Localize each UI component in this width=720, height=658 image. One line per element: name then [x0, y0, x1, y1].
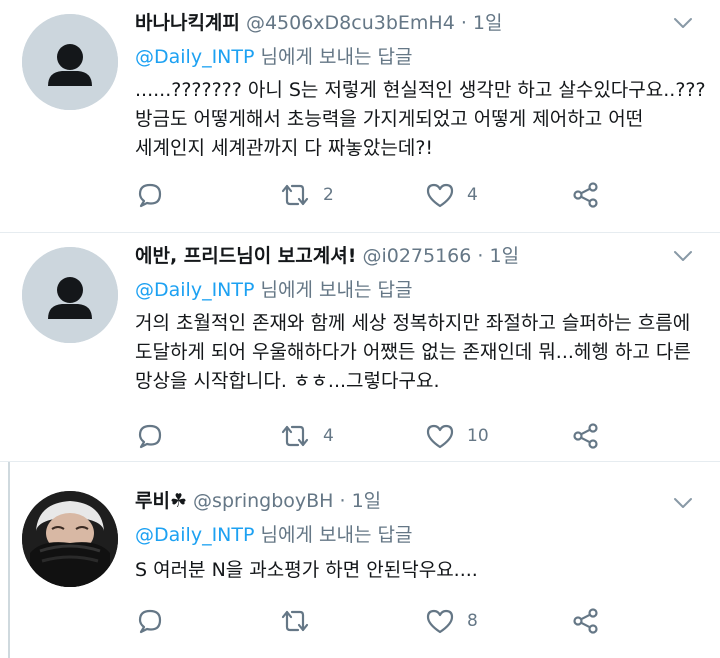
tweet-header: 루비☘ @springboyBH · 1일 — [135, 486, 650, 516]
tweet-text-line: ......??????? 아니 S는 저렇게 현실적인 생각만 하고 살수있다… — [135, 79, 706, 101]
retweet-button[interactable]: 4 — [279, 420, 334, 452]
like-count: 4 — [467, 185, 478, 205]
replying-to: @Daily_INTP 님에게 보내는 답글 — [135, 44, 412, 70]
tweet-actions: 8 — [135, 605, 630, 637]
reply-icon — [138, 183, 162, 208]
tweet-actions: 2 4 — [135, 179, 630, 211]
chevron-down-icon[interactable] — [672, 12, 694, 34]
reply-mention-link[interactable]: @Daily_INTP — [135, 279, 254, 301]
photo-avatar-icon — [22, 491, 118, 587]
timestamp[interactable]: 1일 — [352, 490, 382, 512]
heart-icon — [426, 609, 454, 634]
tweet: 루비☘ @springboyBH · 1일 @Daily_INTP 님에게 보내… — [0, 462, 720, 658]
share-button[interactable] — [571, 179, 601, 211]
retweet-count: 2 — [323, 185, 334, 205]
tweet-text: ......??????? 아니 S는 저렇게 현실적인 생각만 하고 살수있다… — [135, 76, 706, 163]
avatar[interactable] — [22, 247, 118, 343]
retweet-icon — [281, 184, 309, 206]
avatar[interactable] — [22, 14, 118, 110]
replying-to: @Daily_INTP 님에게 보내는 답글 — [135, 522, 412, 548]
tweet-text-line: 도달하게 되어 우울해하다가 어쨌든 없는 존재인데 뭐...헤헹 하고 다른 — [135, 341, 691, 363]
separator-dot: · — [460, 12, 467, 34]
reply-button[interactable] — [135, 420, 165, 452]
retweet-button[interactable] — [279, 605, 323, 637]
heart-icon — [426, 183, 454, 208]
timestamp[interactable]: 1일 — [473, 12, 503, 34]
default-avatar-icon — [22, 247, 118, 343]
share-button[interactable] — [571, 420, 601, 452]
tweet-text: 거의 초월적인 존재와 함께 세상 정복하지만 좌절하고 슬퍼하는 흐름에 도달… — [135, 309, 705, 396]
separator-dot: · — [477, 245, 484, 267]
tweet-text: S 여러분 N을 과소평가 하면 안된닥우요.... — [135, 556, 705, 585]
separator-dot: · — [339, 490, 346, 512]
tweet: 바나나킥계피 @4506xD8cu3bEmH4 · 1일 @Daily_INTP… — [0, 0, 720, 233]
share-icon — [573, 182, 598, 208]
reply-icon — [138, 609, 162, 634]
reply-suffix: 님에게 보내는 답글 — [260, 279, 413, 301]
tweet-header: 에반, 프리드님이 보고계셔! @i0275166 · 1일 — [135, 241, 650, 271]
tweet: 에반, 프리드님이 보고계셔! @i0275166 · 1일 @Daily_IN… — [0, 233, 720, 462]
user-handle[interactable]: @i0275166 — [362, 245, 471, 267]
timestamp[interactable]: 1일 — [490, 245, 520, 267]
like-count: 10 — [467, 426, 489, 446]
tweet-header: 바나나킥계피 @4506xD8cu3bEmH4 · 1일 — [135, 8, 650, 38]
tweet-text-line: 거의 초월적인 존재와 함께 세상 정복하지만 좌절하고 슬퍼하는 흐름에 — [135, 312, 691, 334]
chevron-down-icon[interactable] — [672, 245, 694, 267]
share-button[interactable] — [571, 605, 601, 637]
retweet-button[interactable]: 2 — [279, 179, 334, 211]
reply-button[interactable] — [135, 605, 165, 637]
heart-icon — [426, 424, 454, 449]
retweet-icon — [281, 610, 309, 632]
retweet-icon — [281, 425, 309, 447]
tweet-text-line: S 여러분 N을 과소평가 하면 안된닥우요.... — [135, 559, 478, 581]
retweet-count: 4 — [323, 426, 334, 446]
like-button[interactable]: 8 — [425, 605, 478, 637]
user-handle[interactable]: @springboyBH — [193, 490, 333, 512]
reply-suffix: 님에게 보내는 답글 — [260, 46, 413, 68]
tweet-text-line: 방금도 어떻게해서 초능력을 가지게되었고 어떻게 제어하고 어떤 — [135, 108, 644, 130]
display-name[interactable]: 루비☘ — [135, 490, 187, 512]
display-name[interactable]: 에반, 프리드님이 보고계셔! — [135, 245, 356, 267]
reply-mention-link[interactable]: @Daily_INTP — [135, 524, 254, 546]
reply-suffix: 님에게 보내는 답글 — [260, 524, 413, 546]
like-count: 8 — [467, 611, 478, 631]
tweet-actions: 4 10 — [135, 420, 630, 452]
tweet-text-line: 망상을 시작합니다. ㅎㅎ...그렇다구요. — [135, 370, 440, 392]
like-button[interactable]: 4 — [425, 179, 478, 211]
reply-mention-link[interactable]: @Daily_INTP — [135, 46, 254, 68]
default-avatar-icon — [22, 14, 118, 110]
like-button[interactable]: 10 — [425, 420, 489, 452]
reply-icon — [138, 424, 162, 449]
tweet-text-line: 세계인지 세계관까지 다 짜놓았는데?! — [135, 137, 434, 159]
user-handle[interactable]: @4506xD8cu3bEmH4 — [246, 12, 455, 34]
replying-to: @Daily_INTP 님에게 보내는 답글 — [135, 277, 412, 303]
chevron-down-icon[interactable] — [672, 492, 694, 514]
reply-button[interactable] — [135, 179, 165, 211]
display-name[interactable]: 바나나킥계피 — [135, 12, 240, 34]
share-icon — [573, 608, 598, 634]
avatar[interactable] — [22, 491, 118, 587]
share-icon — [573, 423, 598, 449]
